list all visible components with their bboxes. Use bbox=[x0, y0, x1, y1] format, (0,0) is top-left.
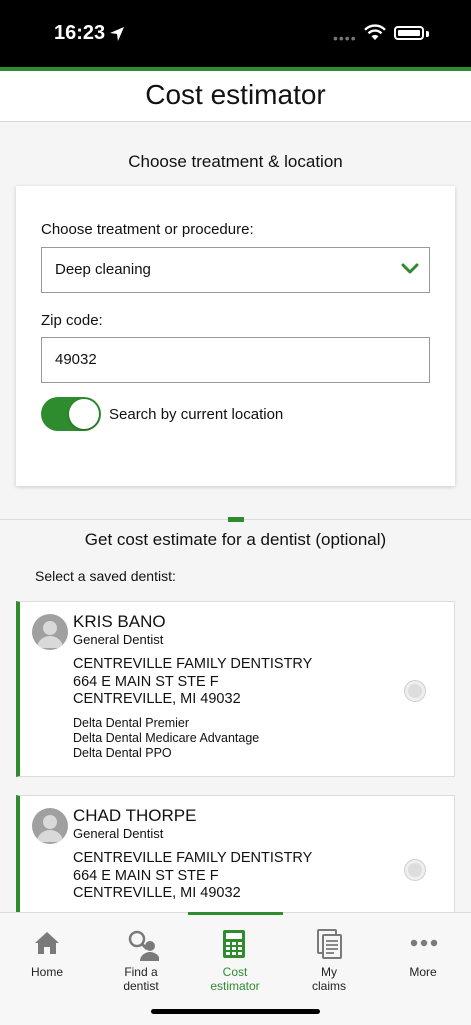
find-dentist-icon bbox=[128, 930, 159, 961]
dentist-name: KRIS BANO bbox=[73, 612, 166, 631]
tab-my-claims[interactable]: My claims bbox=[282, 913, 376, 1003]
battery-icon bbox=[394, 26, 424, 40]
select-dentist-radio[interactable] bbox=[404, 859, 426, 881]
zip-code-value: 49032 bbox=[55, 351, 97, 368]
practice-name: CENTREVILLE FAMILY DENTISTRY bbox=[73, 656, 313, 672]
tab-more[interactable]: More bbox=[376, 913, 470, 1003]
home-indicator bbox=[151, 1009, 320, 1014]
zip-label: Zip code: bbox=[41, 312, 103, 329]
plan-item: Delta Dental PPO bbox=[73, 746, 172, 760]
active-tab-indicator bbox=[188, 912, 283, 915]
dentist-role: General Dentist bbox=[73, 632, 164, 647]
treatment-section-title: Choose treatment & location bbox=[128, 152, 343, 171]
home-icon bbox=[35, 932, 59, 954]
status-bar: 16:23 •••• bbox=[0, 0, 471, 67]
procedure-label: Choose treatment or procedure: bbox=[41, 221, 254, 238]
wifi-icon bbox=[364, 24, 386, 40]
avatar-icon bbox=[32, 808, 68, 844]
location-arrow-icon bbox=[110, 27, 124, 41]
practice-name: CENTREVILLE FAMILY DENTISTRY bbox=[73, 850, 313, 866]
practice-address-2: CENTREVILLE, MI 49032 bbox=[73, 691, 241, 707]
status-time: 16:23 bbox=[54, 22, 106, 44]
avatar-icon bbox=[32, 614, 68, 650]
dentist-card[interactable]: KRIS BANO General Dentist CENTREVILLE FA… bbox=[16, 601, 455, 777]
current-location-label: Search by current location bbox=[109, 406, 284, 423]
tab-cost-estimator[interactable]: Cost estimator bbox=[188, 913, 282, 1003]
tab-home[interactable]: Home bbox=[0, 913, 94, 1003]
more-icon bbox=[410, 939, 438, 947]
dentist-role: General Dentist bbox=[73, 826, 164, 841]
procedure-select[interactable]: Deep cleaning bbox=[41, 247, 430, 293]
practice-address-2: CENTREVILLE, MI 49032 bbox=[73, 885, 241, 901]
select-saved-dentist-label: Select a saved dentist: bbox=[35, 568, 176, 584]
divider-handle bbox=[228, 517, 244, 522]
claims-icon bbox=[317, 929, 342, 959]
plan-item: Delta Dental Premier bbox=[73, 716, 190, 730]
dentist-name: CHAD THORPE bbox=[73, 806, 197, 825]
calculator-icon bbox=[223, 930, 245, 958]
tab-find-dentist[interactable]: Find a dentist bbox=[94, 913, 188, 1003]
zip-code-input[interactable]: 49032 bbox=[41, 337, 430, 383]
plan-item: Delta Dental Medicare Advantage bbox=[73, 731, 260, 745]
page-title: Cost estimator bbox=[145, 79, 326, 110]
page-header: Cost estimator bbox=[0, 71, 471, 122]
current-location-toggle[interactable] bbox=[41, 397, 101, 431]
chevron-down-icon bbox=[401, 263, 419, 274]
dentist-section-title: Get cost estimate for a dentist (optiona… bbox=[84, 530, 387, 549]
select-dentist-radio[interactable] bbox=[404, 680, 426, 702]
signal-icon: •••• bbox=[333, 30, 357, 46]
treatment-card: Choose treatment or procedure: Deep clea… bbox=[16, 186, 455, 486]
procedure-select-value: Deep cleaning bbox=[55, 261, 151, 278]
practice-address-1: 664 E MAIN ST STE F bbox=[73, 868, 219, 884]
practice-address-1: 664 E MAIN ST STE F bbox=[73, 674, 219, 690]
